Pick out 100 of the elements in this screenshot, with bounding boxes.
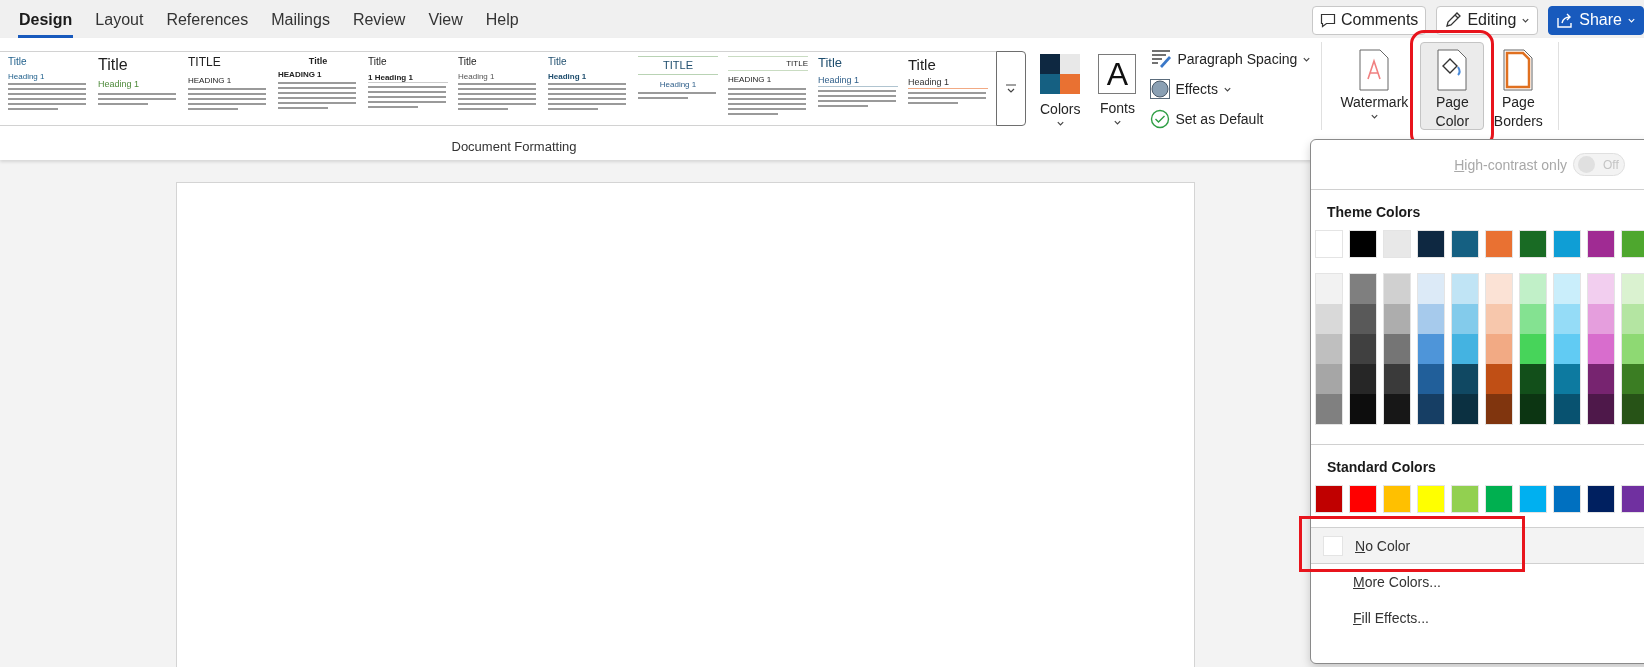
ribbon-tab[interactable]: View [427,4,464,38]
page-borders-button[interactable]: Page Borders [1486,42,1551,130]
color-swatch[interactable] [1350,364,1376,394]
color-swatch[interactable] [1349,230,1377,258]
color-swatch[interactable] [1486,304,1512,334]
color-swatch[interactable] [1520,334,1546,364]
color-swatch[interactable] [1383,485,1411,513]
color-swatch[interactable] [1316,274,1342,304]
color-swatch[interactable] [1588,304,1614,334]
color-swatch[interactable] [1486,364,1512,394]
menu-item[interactable]: More Colors... [1311,564,1644,600]
color-swatch[interactable] [1520,274,1546,304]
color-swatch[interactable] [1316,334,1342,364]
color-swatch[interactable] [1350,394,1376,424]
color-swatch[interactable] [1554,304,1580,334]
share-button[interactable]: Share [1548,5,1644,35]
color-swatch[interactable] [1622,394,1644,424]
color-swatch[interactable] [1519,230,1547,258]
spacing-option[interactable]: Paragraph Spacing [1150,48,1312,70]
color-swatch[interactable] [1417,485,1445,513]
watermark-button[interactable]: Watermark [1330,42,1419,130]
color-swatch[interactable] [1485,230,1513,258]
color-swatch[interactable] [1621,485,1644,513]
color-swatch[interactable] [1452,334,1478,364]
color-swatch[interactable] [1622,304,1644,334]
color-swatch[interactable] [1554,334,1580,364]
color-swatch[interactable] [1622,364,1644,394]
color-swatch[interactable] [1520,304,1546,334]
paint-bucket-page-icon [1437,49,1468,91]
color-swatch[interactable] [1553,485,1581,513]
expand-icon [1005,82,1017,95]
editing-button[interactable]: Editing [1436,5,1539,35]
color-swatch[interactable] [1418,334,1444,364]
color-swatch[interactable] [1452,274,1478,304]
color-swatch[interactable] [1452,394,1478,424]
color-swatch[interactable] [1588,364,1614,394]
color-swatch[interactable] [1384,334,1410,364]
color-swatch[interactable] [1350,274,1376,304]
color-swatch[interactable] [1349,485,1377,513]
color-swatch[interactable] [1384,364,1410,394]
menu-item[interactable]: No Color [1311,528,1644,564]
thumbnail-title: Title [548,56,568,68]
effects-option[interactable]: Effects [1150,78,1312,100]
color-swatch[interactable] [1588,274,1614,304]
color-swatch[interactable] [1553,230,1581,258]
thumbnail-title: Title [98,56,129,75]
color-swatch[interactable] [1316,364,1342,394]
color-swatch[interactable] [1622,334,1644,364]
color-swatch[interactable] [1519,485,1547,513]
color-swatch[interactable] [1485,485,1513,513]
color-swatch[interactable] [1554,274,1580,304]
color-swatch[interactable] [1384,394,1410,424]
color-swatch[interactable] [1315,230,1343,258]
color-swatch[interactable] [1418,364,1444,394]
color-swatch[interactable] [1384,304,1410,334]
default-option[interactable]: Set as Default [1150,108,1312,130]
color-swatch[interactable] [1418,274,1444,304]
ribbon-tab[interactable]: Review [351,4,407,38]
color-swatch[interactable] [1554,394,1580,424]
color-swatch[interactable] [1315,485,1343,513]
ribbon-tab[interactable]: Mailings [270,4,331,38]
fonts-button[interactable]: A Fonts [1094,48,1141,136]
menu-item[interactable]: Fill Effects... [1311,600,1644,636]
color-swatch[interactable] [1350,304,1376,334]
color-swatch[interactable] [1486,394,1512,424]
color-swatch[interactable] [1622,274,1644,304]
color-swatch[interactable] [1451,230,1479,258]
color-swatch[interactable] [1452,364,1478,394]
color-swatch[interactable] [1316,304,1342,334]
color-swatch[interactable] [1384,274,1410,304]
color-swatch[interactable] [1588,394,1614,424]
color-swatch[interactable] [1520,364,1546,394]
thumbnail-heading: Heading 1 [658,79,698,90]
color-swatch[interactable] [1350,334,1376,364]
gallery-more-button[interactable] [996,51,1026,126]
chevron-icon [1112,118,1122,127]
color-swatch[interactable] [1554,364,1580,394]
ribbon-tab[interactable]: Layout [94,4,145,38]
color-swatch[interactable] [1417,230,1445,258]
color-swatch[interactable] [1621,230,1644,258]
ribbon-tab[interactable]: References [165,4,250,38]
color-swatch[interactable] [1452,304,1478,334]
page-color-button[interactable]: Page Color [1420,42,1485,130]
color-swatch[interactable] [1588,334,1614,364]
section-title: Standard Colors [1326,458,1437,477]
color-swatch[interactable] [1587,485,1615,513]
color-swatch[interactable] [1418,394,1444,424]
color-swatch[interactable] [1451,485,1479,513]
color-swatch[interactable] [1418,304,1444,334]
colors-button[interactable]: Colors [1036,48,1085,136]
check-circle-icon [1150,109,1171,129]
color-swatch[interactable] [1486,274,1512,304]
color-swatch[interactable] [1587,230,1615,258]
color-swatch[interactable] [1520,394,1546,424]
color-swatch[interactable] [1316,394,1342,424]
thumbnail-heading: Heading 1 [818,74,898,87]
comments-button[interactable]: Comments [1312,5,1427,35]
color-swatch[interactable] [1383,230,1411,258]
color-swatch[interactable] [1486,334,1512,364]
ribbon-tab[interactable]: Help [484,4,520,38]
